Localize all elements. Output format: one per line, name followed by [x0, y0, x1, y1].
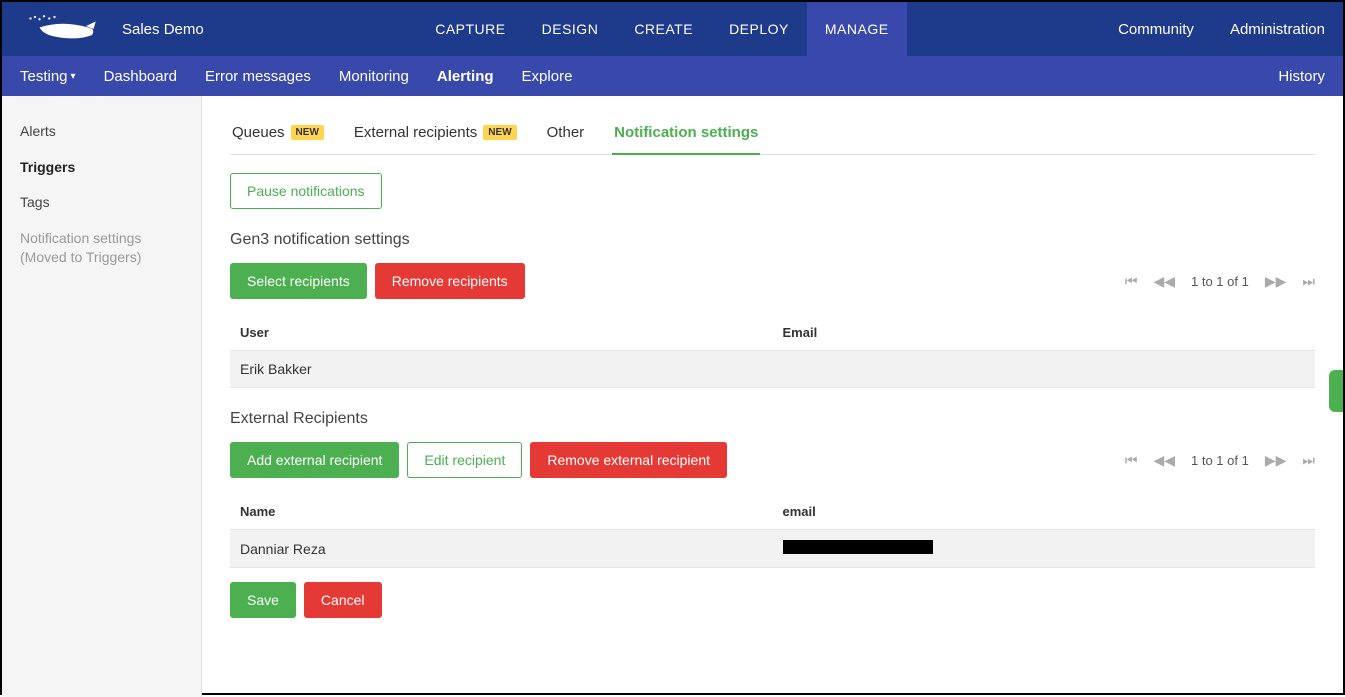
cell-email2: [773, 530, 1316, 568]
pager-next-icon[interactable]: ▶▶: [1265, 452, 1287, 469]
secondary-nav: Testing Dashboard Error messages Monitor…: [2, 56, 1343, 96]
top-tabs: CAPTURE DESIGN CREATE DEPLOY MANAGE: [417, 2, 906, 56]
pause-notifications-button[interactable]: Pause notifications: [230, 173, 382, 209]
table-row[interactable]: Erik Bakker: [230, 351, 1315, 388]
secnav-alerting[interactable]: Alerting: [423, 56, 508, 96]
sidebar-item-alerts[interactable]: Alerts: [2, 114, 201, 150]
tab-external-recipients-label: External recipients: [354, 124, 477, 141]
pager-last-icon[interactable]: ⏭: [1302, 273, 1315, 290]
sidebar-item-tags[interactable]: Tags: [2, 185, 201, 221]
add-external-recipient-button[interactable]: Add external recipient: [230, 442, 399, 478]
tab-other[interactable]: Other: [545, 118, 587, 155]
secnav-dashboard[interactable]: Dashboard: [90, 56, 191, 96]
main-area: Alerts Triggers Tags Notification settin…: [2, 96, 1343, 697]
top-tab-manage[interactable]: MANAGE: [807, 2, 907, 56]
edit-recipient-button[interactable]: Edit recipient: [407, 442, 522, 478]
top-right-links: Community Administration: [1100, 21, 1343, 38]
secnav-testing[interactable]: Testing: [6, 56, 90, 96]
whale-logo-icon: [22, 14, 102, 44]
remove-recipients-button[interactable]: Remove recipients: [375, 263, 525, 299]
recipients-table: User Email Erik Bakker: [230, 315, 1315, 388]
section-title-gen3: Gen3 notification settings: [230, 231, 1315, 249]
logo-area: Sales Demo: [2, 14, 224, 44]
pager-section2: ⏮ ◀◀ 1 to 1 of 1 ▶▶ ⏭: [1125, 452, 1315, 469]
secnav-error-messages[interactable]: Error messages: [191, 56, 325, 96]
col-name: Name: [230, 494, 773, 530]
sidebar-item-notification-settings-moved: Notification settings (Moved to Triggers…: [2, 221, 201, 276]
col-email2: email: [773, 494, 1316, 530]
tab-queues[interactable]: Queues NEW: [230, 118, 326, 155]
pager-text: 1 to 1 of 1: [1191, 453, 1249, 468]
top-tab-create[interactable]: CREATE: [616, 2, 711, 56]
help-side-tab[interactable]: [1329, 370, 1343, 412]
section2-toolbar: Add external recipient Edit recipient Re…: [230, 442, 1315, 478]
cell-email: [773, 351, 1316, 388]
tab-notification-settings-label: Notification settings: [614, 124, 758, 141]
badge-new-icon: NEW: [291, 125, 324, 140]
secnav-explore[interactable]: Explore: [508, 56, 587, 96]
top-link-community[interactable]: Community: [1100, 21, 1212, 38]
badge-new-icon: NEW: [483, 125, 516, 140]
secnav-monitoring[interactable]: Monitoring: [325, 56, 423, 96]
pager-prev-icon[interactable]: ◀◀: [1153, 273, 1175, 290]
pager-next-icon[interactable]: ▶▶: [1265, 273, 1287, 290]
select-recipients-button[interactable]: Select recipients: [230, 263, 367, 299]
sidebar: Alerts Triggers Tags Notification settin…: [2, 96, 202, 697]
tab-queues-label: Queues: [232, 124, 285, 141]
table-row[interactable]: Danniar Reza: [230, 530, 1315, 568]
cancel-button[interactable]: Cancel: [304, 582, 382, 618]
section1-toolbar: Select recipients Remove recipients ⏮ ◀◀…: [230, 263, 1315, 299]
save-row: Save Cancel: [230, 582, 1315, 618]
pager-section1: ⏮ ◀◀ 1 to 1 of 1 ▶▶ ⏭: [1125, 273, 1315, 290]
pager-text: 1 to 1 of 1: [1191, 274, 1249, 289]
save-button[interactable]: Save: [230, 582, 296, 618]
remove-external-recipient-button[interactable]: Remove external recipient: [530, 442, 727, 478]
external-recipients-table: Name email Danniar Reza: [230, 494, 1315, 568]
tab-external-recipients[interactable]: External recipients NEW: [352, 118, 519, 155]
redacted-email: [783, 540, 933, 554]
pager-first-icon[interactable]: ⏮: [1125, 273, 1138, 290]
content-area: Queues NEW External recipients NEW Other…: [202, 96, 1343, 697]
pager-first-icon[interactable]: ⏮: [1125, 452, 1138, 469]
sidebar-item-triggers[interactable]: Triggers: [2, 150, 201, 186]
brand-name: Sales Demo: [122, 21, 204, 38]
cell-name: Danniar Reza: [230, 530, 773, 568]
tab-notification-settings[interactable]: Notification settings: [612, 118, 760, 155]
col-email: Email: [773, 315, 1316, 351]
top-link-administration[interactable]: Administration: [1212, 21, 1343, 38]
top-tab-capture[interactable]: CAPTURE: [417, 2, 523, 56]
content-tabs: Queues NEW External recipients NEW Other…: [230, 118, 1315, 155]
cell-user: Erik Bakker: [230, 351, 773, 388]
col-user: User: [230, 315, 773, 351]
top-tab-design[interactable]: DESIGN: [524, 2, 617, 56]
secnav-history[interactable]: History: [1264, 56, 1339, 96]
top-nav: Sales Demo CAPTURE DESIGN CREATE DEPLOY …: [2, 2, 1343, 56]
pager-prev-icon[interactable]: ◀◀: [1153, 452, 1175, 469]
pager-last-icon[interactable]: ⏭: [1302, 452, 1315, 469]
top-tab-deploy[interactable]: DEPLOY: [711, 2, 807, 56]
tab-other-label: Other: [547, 124, 585, 141]
section-title-external: External Recipients: [230, 410, 1315, 428]
